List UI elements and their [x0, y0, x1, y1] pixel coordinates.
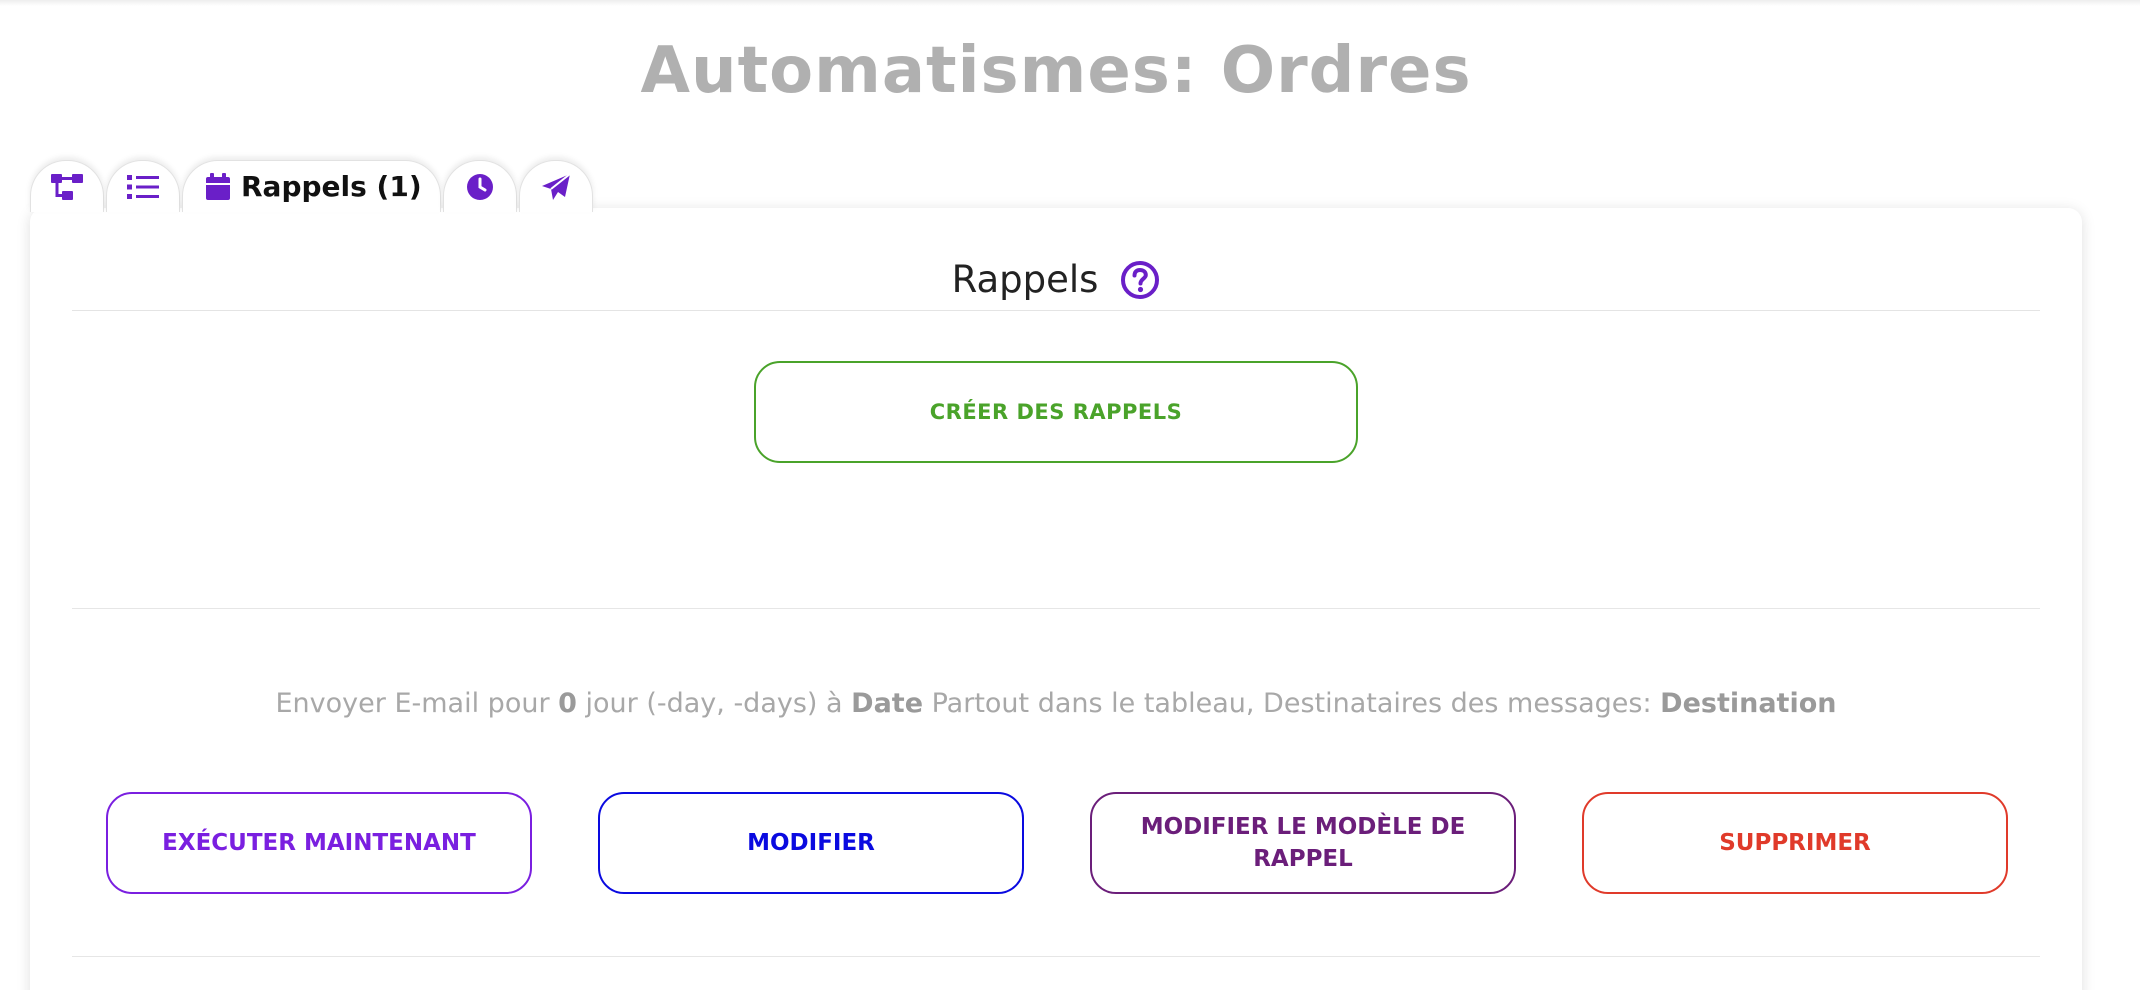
top-bar — [0, 0, 2140, 6]
reminders-panel: Rappels CRÉER DES RAPPELS Envoyer E-mail… — [30, 208, 2082, 990]
divider — [72, 608, 2040, 609]
reminder-date-field: Date — [851, 688, 924, 719]
reminder-description: Envoyer E-mail pour 0 jour (-day, -days)… — [30, 688, 2082, 719]
section-title: Rappels — [951, 258, 1099, 301]
reminder-recipient: Destination — [1660, 688, 1837, 719]
tab-bar: Rappels (1) — [30, 158, 595, 212]
tab-reminders[interactable]: Rappels (1) — [182, 160, 441, 212]
reminder-text-scope: Partout dans le tableau, Destinataires d… — [923, 688, 1661, 719]
paper-plane-icon — [541, 172, 571, 200]
edit-button[interactable]: MODIFIER — [598, 792, 1024, 894]
create-reminders-button[interactable]: CRÉER DES RAPPELS — [754, 361, 1358, 463]
sitemap-icon — [51, 173, 83, 200]
delete-button[interactable]: SUPPRIMER — [1582, 792, 2008, 894]
list-icon — [127, 174, 159, 199]
section-header: Rappels — [72, 256, 2040, 311]
clock-icon — [466, 173, 493, 200]
reminder-text-prefix: Envoyer E-mail pour — [275, 688, 559, 719]
run-now-button[interactable]: EXÉCUTER MAINTENANT — [106, 792, 532, 894]
tab-history[interactable] — [442, 160, 517, 212]
divider — [72, 956, 2040, 957]
tab-reminders-label: Rappels (1) — [241, 170, 422, 203]
reminder-text-mid: jour (-day, -days) à — [576, 688, 852, 719]
calendar-icon — [206, 172, 230, 200]
tab-send[interactable] — [518, 160, 593, 212]
question-circle-icon[interactable] — [1120, 260, 1160, 300]
reminder-days: 0 — [558, 688, 577, 719]
tab-list[interactable] — [106, 160, 180, 212]
tab-workflow[interactable] — [30, 160, 104, 212]
edit-template-button[interactable]: MODIFIER LE MODÈLE DE RAPPEL — [1090, 792, 1516, 894]
page-title: Automatismes: Ordres — [640, 34, 1472, 108]
